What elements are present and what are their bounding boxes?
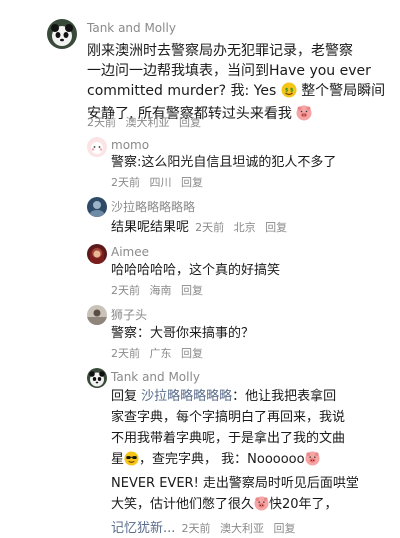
blue-avatar-icon[interactable] bbox=[87, 197, 107, 217]
reply-author[interactable]: Tank and Molly bbox=[111, 370, 200, 384]
comment-author[interactable]: Tank and Molly bbox=[87, 21, 176, 35]
comment-line: 一边问一边帮我填表，当问到Have you ever bbox=[87, 63, 371, 79]
pig-face-emoji-icon bbox=[254, 496, 269, 518]
panda-avatar-icon[interactable] bbox=[47, 19, 77, 49]
reply-text: 结果呢结果呢 2天前 北京 回复 bbox=[111, 217, 396, 238]
reply-meta: 2天前 海南 回复 bbox=[111, 282, 209, 298]
reply-meta: 2天前 广东 回复 bbox=[111, 345, 209, 361]
comment-meta: 2天前 澳大利亚 回复 bbox=[87, 114, 207, 130]
reply-time: 2天前 bbox=[111, 176, 140, 189]
photo-avatar-icon[interactable] bbox=[87, 305, 107, 325]
reply-text: 警察：大哥你来搞事的？ bbox=[111, 326, 255, 341]
mention-link[interactable]: 沙拉略略略略略 bbox=[141, 389, 232, 404]
reply-line: 星 ，查完字典， 我：Noooooo bbox=[111, 449, 399, 473]
reply-text: 警察:这么阳光自信且坦诚的犯人不多了 bbox=[111, 155, 337, 170]
reply-time: 2天前 bbox=[195, 221, 225, 234]
pig-face-emoji-icon bbox=[296, 105, 312, 127]
comment-line: committed murder? 我: Yes $ $ 整个警局瞬间 bbox=[87, 81, 397, 104]
expand-more-link[interactable]: 记忆犹新... bbox=[111, 521, 175, 536]
reply-line: 大笑，估计他们憋了很久 快20年了， bbox=[111, 494, 399, 518]
reply-line: 回复 沙拉略略略略略：他让我把表拿回 bbox=[111, 389, 337, 404]
reply-button[interactable]: 回复 bbox=[274, 522, 296, 535]
red-avatar-icon[interactable] bbox=[87, 244, 107, 264]
svg-text:$: $ bbox=[290, 88, 294, 94]
reply-author[interactable]: 狮子头 bbox=[111, 306, 147, 323]
comment-time: 2天前 bbox=[87, 116, 116, 129]
reply-location: 海南 bbox=[149, 284, 172, 297]
reply-button[interactable]: 回复 bbox=[181, 176, 203, 189]
reply-location: 广东 bbox=[149, 347, 172, 360]
reply-line: 家查字典，每个字搞明白了再回来，我说 bbox=[111, 410, 346, 425]
reply-author[interactable]: momo bbox=[111, 138, 149, 152]
reply-location: 四川 bbox=[149, 176, 172, 189]
sunglasses-emoji-icon bbox=[124, 451, 139, 473]
pink-avatar-icon[interactable] bbox=[87, 137, 107, 157]
pig-face-emoji-icon bbox=[305, 451, 320, 473]
panda-avatar-icon[interactable] bbox=[87, 368, 107, 388]
reply-author[interactable]: 沙拉略略略略略 bbox=[111, 198, 195, 215]
comment-location: 澳大利亚 bbox=[125, 116, 170, 129]
reply-location: 澳大利亚 bbox=[220, 522, 265, 535]
reply-line: 不用我带着字典呢，于是拿出了我的文曲 bbox=[111, 431, 346, 446]
reply-time: 2天前 bbox=[111, 284, 140, 297]
reply-meta: 2天前 澳大利亚 回复 bbox=[182, 522, 302, 535]
reply-author[interactable]: Aimee bbox=[111, 245, 149, 259]
comment-thread: Tank and Molly 刚来澳洲时去警察局办无犯罪记录，老警察 一边问一边… bbox=[0, 0, 400, 538]
reply-line: 记忆犹新... 2天前 澳大利亚 回复 bbox=[111, 518, 399, 538]
svg-text:$: $ bbox=[285, 88, 289, 94]
reply-meta: 2天前 北京 回复 bbox=[195, 221, 293, 234]
reply-button[interactable]: 回复 bbox=[265, 221, 287, 234]
reply-time: 2天前 bbox=[181, 522, 211, 535]
comment-line: 刚来澳洲时去警察局办无犯罪记录，老警察 bbox=[87, 43, 353, 59]
reply-meta: 2天前 四川 回复 bbox=[111, 174, 209, 190]
money-face-emoji-icon: $ $ bbox=[281, 82, 297, 104]
reply-time: 2天前 bbox=[111, 347, 140, 360]
reply-text: 哈哈哈哈哈，这个真的好搞笑 bbox=[111, 263, 281, 278]
reply-text: 回复 沙拉略略略略略：他让我把表拿回 家查字典，每个字搞明白了再回来，我说 不用… bbox=[111, 386, 399, 538]
reply-line: NEVER EVER! 走出警察局时听见后面哄堂 bbox=[111, 476, 359, 491]
reply-button[interactable]: 回复 bbox=[181, 284, 203, 297]
reply-location: 北京 bbox=[233, 221, 256, 234]
reply-button[interactable]: 回复 bbox=[179, 116, 201, 129]
reply-button[interactable]: 回复 bbox=[181, 347, 203, 360]
